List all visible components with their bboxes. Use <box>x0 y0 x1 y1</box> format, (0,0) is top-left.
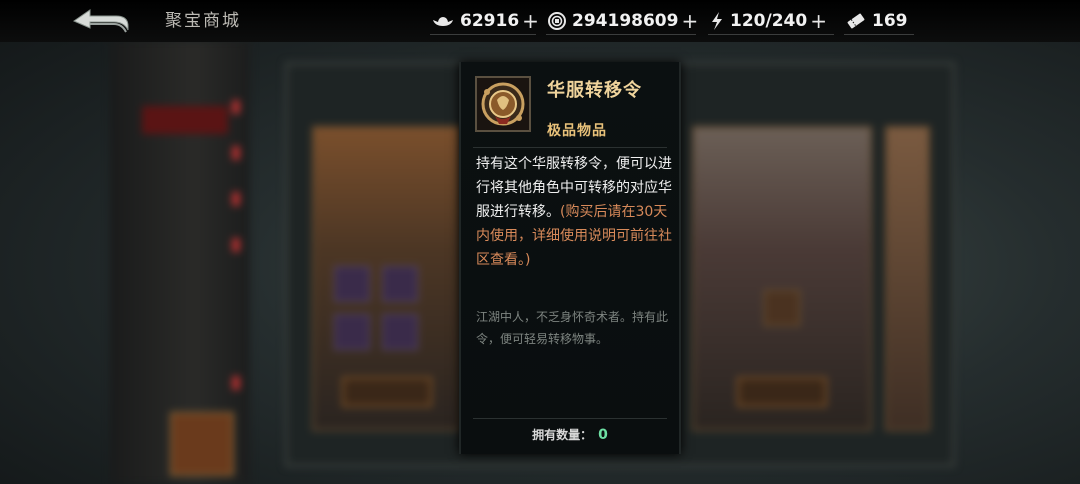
category-item[interactable] <box>142 244 228 272</box>
ticket-counter[interactable]: 169 <box>846 8 908 34</box>
reward-icon <box>764 290 800 326</box>
owned-quantity: 拥有数量： 0 <box>461 426 679 443</box>
item-flavor-text: 江湖中人，不乏身怀奇术者。持有此令，便可轻易转移物事。 <box>476 310 669 346</box>
item-grade: 极品物品 <box>547 123 607 139</box>
coin-value: 294198609 <box>572 11 679 31</box>
category-item[interactable] <box>142 152 228 180</box>
red-dot-badge <box>232 146 240 160</box>
category-item[interactable] <box>142 336 228 364</box>
add-silver-icon[interactable]: + <box>522 11 539 31</box>
owned-count: 0 <box>598 427 608 443</box>
red-dot-badge <box>232 100 240 114</box>
reward-icon <box>382 314 418 350</box>
card-buy-button[interactable] <box>342 377 432 407</box>
add-stamina-icon[interactable]: + <box>810 11 827 31</box>
category-item[interactable] <box>142 198 228 226</box>
divider <box>708 34 834 35</box>
category-item[interactable] <box>142 382 228 410</box>
copper-coin-icon <box>548 12 566 30</box>
item-description: 持有这个华服转移令，便可以进行将其他角色中可转移的对应华服进行转移。(购买后请在… <box>476 152 672 272</box>
ticket-icon <box>846 12 866 30</box>
top-bar: 聚宝商城 62916 + 294198609 + 120/240 + 169 <box>0 0 1080 42</box>
shop-card[interactable] <box>692 126 872 431</box>
stamina-counter[interactable]: 120/240 + <box>710 8 827 34</box>
silver-counter[interactable]: 62916 + <box>432 8 539 34</box>
reward-icon <box>334 266 370 302</box>
stamina-value: 120/240 <box>730 11 808 31</box>
silver-ingot-icon <box>432 13 454 29</box>
red-dot-badge <box>232 238 240 252</box>
red-dot-badge <box>232 192 240 206</box>
divider <box>546 34 696 35</box>
back-arrow-icon[interactable] <box>70 6 132 36</box>
silver-value: 62916 <box>460 11 520 31</box>
category-item-active[interactable] <box>142 106 228 134</box>
token-medal-icon <box>481 82 525 126</box>
coin-counter[interactable]: 294198609 + <box>548 8 698 34</box>
stamina-bolt-icon <box>710 11 724 31</box>
ticket-value: 169 <box>872 11 908 31</box>
divider <box>430 34 536 35</box>
item-icon <box>475 76 531 132</box>
featured-thumbnail[interactable] <box>170 412 234 476</box>
owned-label: 拥有数量： <box>532 428 593 442</box>
reward-icon <box>334 314 370 350</box>
shop-card[interactable] <box>885 126 930 431</box>
divider <box>473 418 667 419</box>
category-item[interactable] <box>142 290 228 318</box>
add-coin-icon[interactable]: + <box>681 11 698 31</box>
card-buy-button[interactable] <box>737 377 827 407</box>
red-dot-badge <box>232 376 240 390</box>
page-title: 聚宝商城 <box>165 11 241 31</box>
divider <box>473 147 667 148</box>
reward-icon <box>382 266 418 302</box>
divider <box>844 34 914 35</box>
item-tooltip: 华服转移令 极品物品 持有这个华服转移令，便可以进行将其他角色中可转移的对应华服… <box>459 62 681 454</box>
item-name: 华服转移令 <box>547 80 642 101</box>
